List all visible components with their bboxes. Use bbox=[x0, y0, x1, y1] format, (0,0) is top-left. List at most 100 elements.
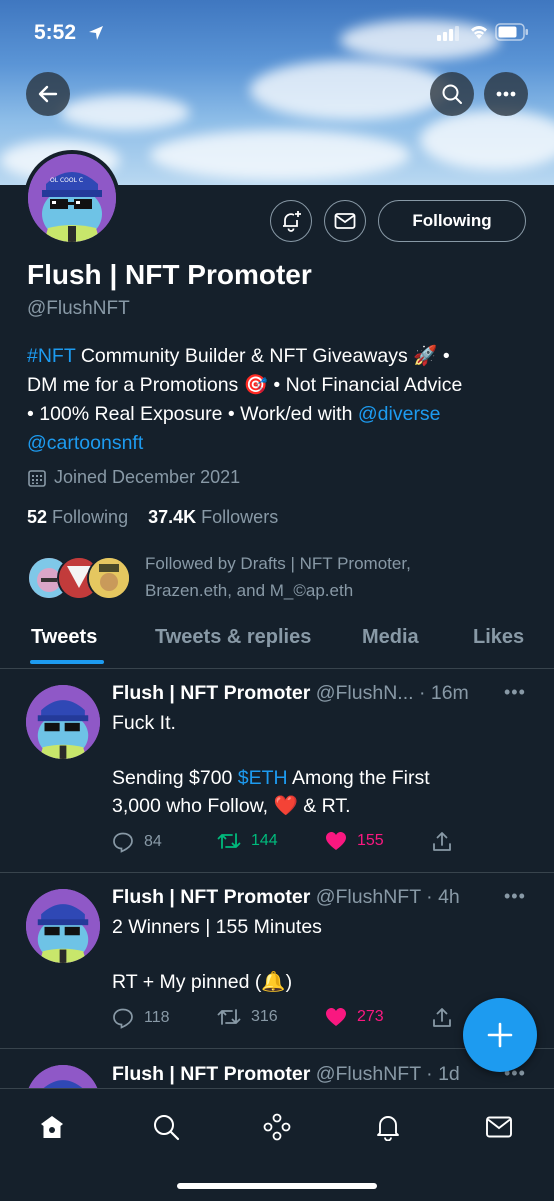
like-button[interactable]: 273 bbox=[325, 1007, 384, 1027]
cellular-signal-icon bbox=[437, 26, 459, 41]
share-button[interactable] bbox=[431, 831, 453, 853]
share-button[interactable] bbox=[431, 1007, 453, 1029]
retweet-button[interactable]: 144 bbox=[217, 831, 278, 851]
bio-text-1: Community Builder & NFT Giveaways 🚀 • bbox=[75, 345, 450, 367]
followers-stat[interactable]: 37.4K Followers bbox=[148, 507, 278, 527]
envelope-icon bbox=[334, 213, 356, 229]
reply-icon bbox=[113, 832, 133, 853]
profile-bio: #NFT Community Builder & NFT Giveaways 🚀… bbox=[27, 342, 532, 458]
nav-notifications[interactable] bbox=[368, 1107, 408, 1147]
search-button[interactable] bbox=[430, 72, 474, 116]
tweet-more-icon[interactable]: ••• bbox=[504, 682, 526, 703]
following-button[interactable]: Following bbox=[378, 200, 526, 242]
heart-filled-icon bbox=[326, 832, 346, 850]
share-icon bbox=[433, 832, 451, 851]
tab-tweets-and-replies[interactable]: Tweets & replies bbox=[155, 626, 311, 649]
following-label: Following bbox=[52, 507, 129, 527]
nav-spaces[interactable] bbox=[257, 1107, 297, 1147]
spaces-icon bbox=[263, 1113, 291, 1141]
joined-date: Joined December 2021 bbox=[27, 467, 240, 488]
retweet-count: 144 bbox=[251, 832, 278, 849]
mention-link-cartoonsnft[interactable]: @cartoonsnft bbox=[27, 432, 143, 454]
hashtag-link[interactable]: #NFT bbox=[27, 345, 75, 367]
followed-by-text: Followed by Drafts | NFT Promoter, Braze… bbox=[145, 554, 411, 600]
cool-cat-avatar-icon bbox=[26, 889, 100, 963]
tweet-actions: 84 144 155 bbox=[112, 831, 472, 861]
tab-media[interactable]: Media bbox=[362, 626, 419, 649]
tweet-avatar[interactable] bbox=[26, 685, 100, 759]
battery-icon bbox=[495, 23, 528, 41]
reply-icon bbox=[113, 1008, 133, 1029]
tweet-line: Among the First bbox=[287, 767, 430, 789]
envelope-icon bbox=[486, 1116, 512, 1138]
tweet-line: Fuck It. bbox=[112, 712, 176, 734]
status-time: 5:52 bbox=[34, 21, 77, 44]
tab-likes[interactable]: Likes bbox=[473, 626, 524, 649]
tweet-header: Flush | NFT Promoter @FlushNFT · 1d bbox=[112, 1063, 460, 1086]
plus-icon bbox=[487, 1022, 513, 1048]
reply-button[interactable]: 84 bbox=[112, 831, 162, 853]
active-tab-indicator bbox=[30, 660, 104, 664]
share-icon bbox=[433, 1008, 451, 1027]
search-icon bbox=[154, 1115, 180, 1141]
retweet-button[interactable]: 316 bbox=[217, 1007, 278, 1027]
tweet-text: 2 Winners | 155 Minutes RT + My pinned (… bbox=[112, 914, 532, 997]
tweet[interactable]: Flush | NFT Promoter @FlushN... · 16m ••… bbox=[0, 669, 554, 873]
retweet-icon bbox=[217, 1009, 241, 1025]
status-bar: 5:52 bbox=[0, 20, 554, 50]
tweet-line: Sending $700 bbox=[112, 767, 238, 789]
home-indicator bbox=[177, 1183, 377, 1189]
follower-avatar-3 bbox=[87, 556, 131, 600]
tweet-line: RT + My pinned (🔔) bbox=[112, 971, 293, 993]
like-button[interactable]: 155 bbox=[325, 831, 384, 851]
tweet-more-icon[interactable]: ••• bbox=[504, 886, 526, 907]
avatar-image: OL COOL C bbox=[28, 154, 116, 242]
reply-count: 84 bbox=[144, 833, 162, 850]
more-dots-icon bbox=[496, 91, 516, 97]
tweet-line: 3,000 who Follow, ❤️ & RT. bbox=[112, 794, 351, 817]
bio-text-2: DM me for a Promotions 🎯 • Not Financial… bbox=[27, 374, 463, 396]
more-button[interactable] bbox=[484, 72, 528, 116]
nav-search[interactable] bbox=[146, 1107, 186, 1147]
mention-link-diverse[interactable]: @diverse bbox=[358, 403, 441, 425]
cool-cat-avatar-icon bbox=[26, 685, 100, 759]
back-button[interactable] bbox=[26, 72, 70, 116]
tweet-text: Fuck It. Sending $700 $ETH Among the Fir… bbox=[112, 710, 532, 820]
reply-button[interactable]: 118 bbox=[112, 1007, 170, 1029]
tweet-author-name[interactable]: Flush | NFT Promoter bbox=[112, 1063, 310, 1085]
tweet-author-name[interactable]: Flush | NFT Promoter bbox=[112, 682, 310, 704]
cashtag-link[interactable]: $ETH bbox=[238, 767, 288, 789]
following-stat[interactable]: 52 Following bbox=[27, 507, 128, 527]
joined-text: Joined December 2021 bbox=[54, 467, 241, 487]
home-icon bbox=[41, 1116, 63, 1138]
back-arrow-icon bbox=[38, 85, 58, 103]
like-count: 273 bbox=[357, 1008, 384, 1025]
like-count: 155 bbox=[357, 832, 384, 849]
retweet-icon bbox=[217, 833, 241, 849]
compose-tweet-button[interactable] bbox=[463, 998, 537, 1072]
profile-name: Flush | NFT Promoter bbox=[27, 259, 312, 290]
svg-text:OL COOL C: OL COOL C bbox=[50, 177, 83, 184]
heart-filled-icon bbox=[326, 1008, 346, 1026]
tweet-actions: 118 316 273 bbox=[112, 1007, 472, 1037]
following-count: 52 bbox=[27, 507, 48, 527]
search-icon bbox=[442, 84, 462, 104]
follow-stats: 52 Following 37.4K Followers bbox=[27, 507, 278, 528]
tweet-avatar[interactable] bbox=[26, 889, 100, 963]
bio-text-3: • 100% Real Exposure • Work/ed with bbox=[27, 403, 358, 425]
nav-messages[interactable] bbox=[479, 1107, 519, 1147]
followers-label: Followers bbox=[201, 507, 279, 527]
message-button[interactable] bbox=[324, 200, 366, 242]
reply-count: 118 bbox=[144, 1009, 170, 1026]
tweet-meta: @FlushNFT · 1d bbox=[315, 1063, 460, 1085]
wifi-icon bbox=[471, 26, 487, 39]
notifications-subscribe-button[interactable] bbox=[270, 200, 312, 242]
tab-tweets[interactable]: Tweets bbox=[31, 626, 97, 649]
tweet-author-name[interactable]: Flush | NFT Promoter bbox=[112, 886, 310, 908]
bell-plus-icon bbox=[283, 211, 301, 232]
profile-avatar[interactable]: OL COOL C bbox=[24, 150, 120, 246]
tweet-avatar[interactable] bbox=[26, 1065, 100, 1089]
tweet-meta: @FlushNFT · 4h bbox=[315, 886, 460, 908]
nav-home[interactable] bbox=[32, 1107, 72, 1147]
bell-icon bbox=[377, 1116, 399, 1141]
